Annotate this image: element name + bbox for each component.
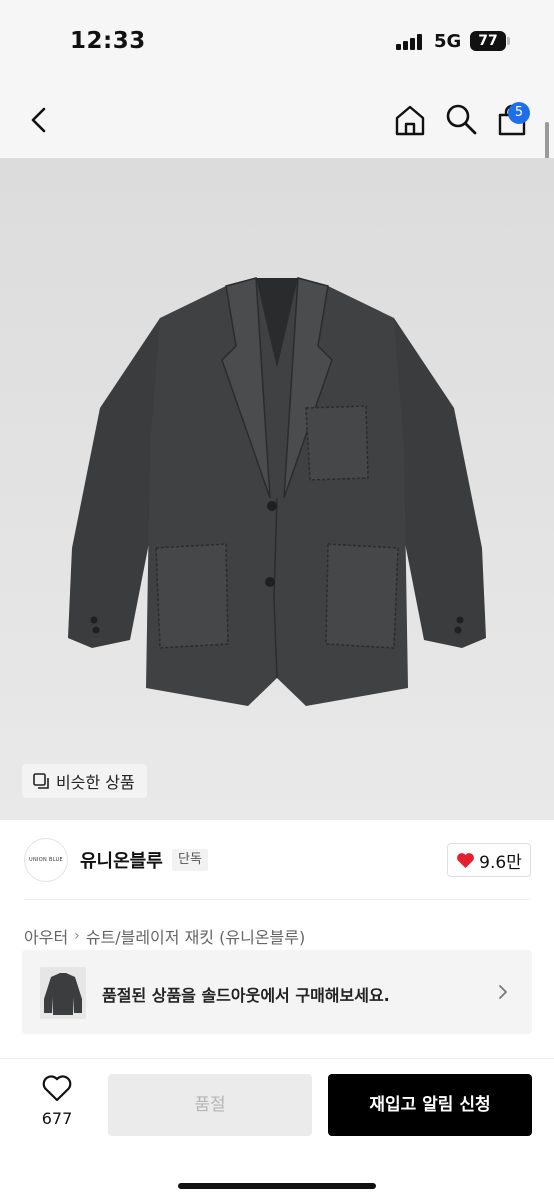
chevron-right-icon: ›	[74, 928, 80, 944]
jacket-image	[68, 277, 486, 706]
top-nav	[0, 80, 554, 158]
soldout-thumbnail	[40, 967, 86, 1019]
home-icon[interactable]	[392, 102, 428, 138]
breadcrumb-item-subcategory[interactable]: 슈트/블레이저 재킷 (유니온블루)	[86, 924, 305, 948]
brand-logo[interactable]: UNION BLUE	[24, 838, 68, 882]
bottom-action-bar: 677 품절 재입고 알림 신청	[0, 1058, 554, 1200]
search-icon[interactable]	[444, 102, 478, 136]
similar-products-label: 비슷한 상품	[56, 773, 135, 792]
similar-products-button[interactable]: 비슷한 상품	[22, 764, 147, 798]
signal-icon	[396, 34, 423, 50]
breadcrumb: 아우터 › 슈트/블레이저 재킷 (유니온블루)	[24, 924, 305, 948]
soldout-banner[interactable]: 품절된 상품을 솔드아웃에서 구매해보세요.	[22, 950, 532, 1034]
heart-filled-icon	[457, 852, 475, 868]
battery-tip	[507, 37, 510, 45]
breadcrumb-item-category[interactable]: 아우터	[24, 924, 68, 948]
wishlist-button[interactable]: 677	[34, 1075, 80, 1133]
status-time: 12:33	[70, 28, 146, 54]
brand-name[interactable]: 유니온블루	[80, 847, 163, 873]
chevron-right-icon	[499, 985, 507, 999]
divider	[24, 899, 530, 900]
brand-logo-text: UNION BLUE	[29, 857, 63, 863]
exclusive-tag: 단독	[172, 849, 208, 871]
heart-outline-icon	[42, 1075, 72, 1102]
status-bar: 12:33 5G 77	[0, 0, 554, 80]
brand-like-button[interactable]: 9.6만	[447, 843, 531, 877]
product-image[interactable]: 비슷한 상품	[0, 158, 554, 820]
brand-like-count: 9.6만	[479, 852, 522, 873]
back-arrow-icon[interactable]	[24, 104, 56, 136]
network-label: 5G	[434, 31, 462, 52]
home-indicator[interactable]	[178, 1183, 376, 1189]
battery-icon: 77	[470, 31, 506, 51]
soldout-banner-text: 품절된 상품을 솔드아웃에서 구매해보세요.	[102, 986, 390, 1005]
restock-alert-button[interactable]: 재입고 알림 신청	[328, 1074, 532, 1136]
wishlist-count: 677	[41, 1109, 73, 1128]
cart-count-badge: 5	[508, 102, 530, 124]
soldout-button[interactable]: 품절	[108, 1074, 312, 1136]
similar-products-icon	[33, 773, 49, 789]
